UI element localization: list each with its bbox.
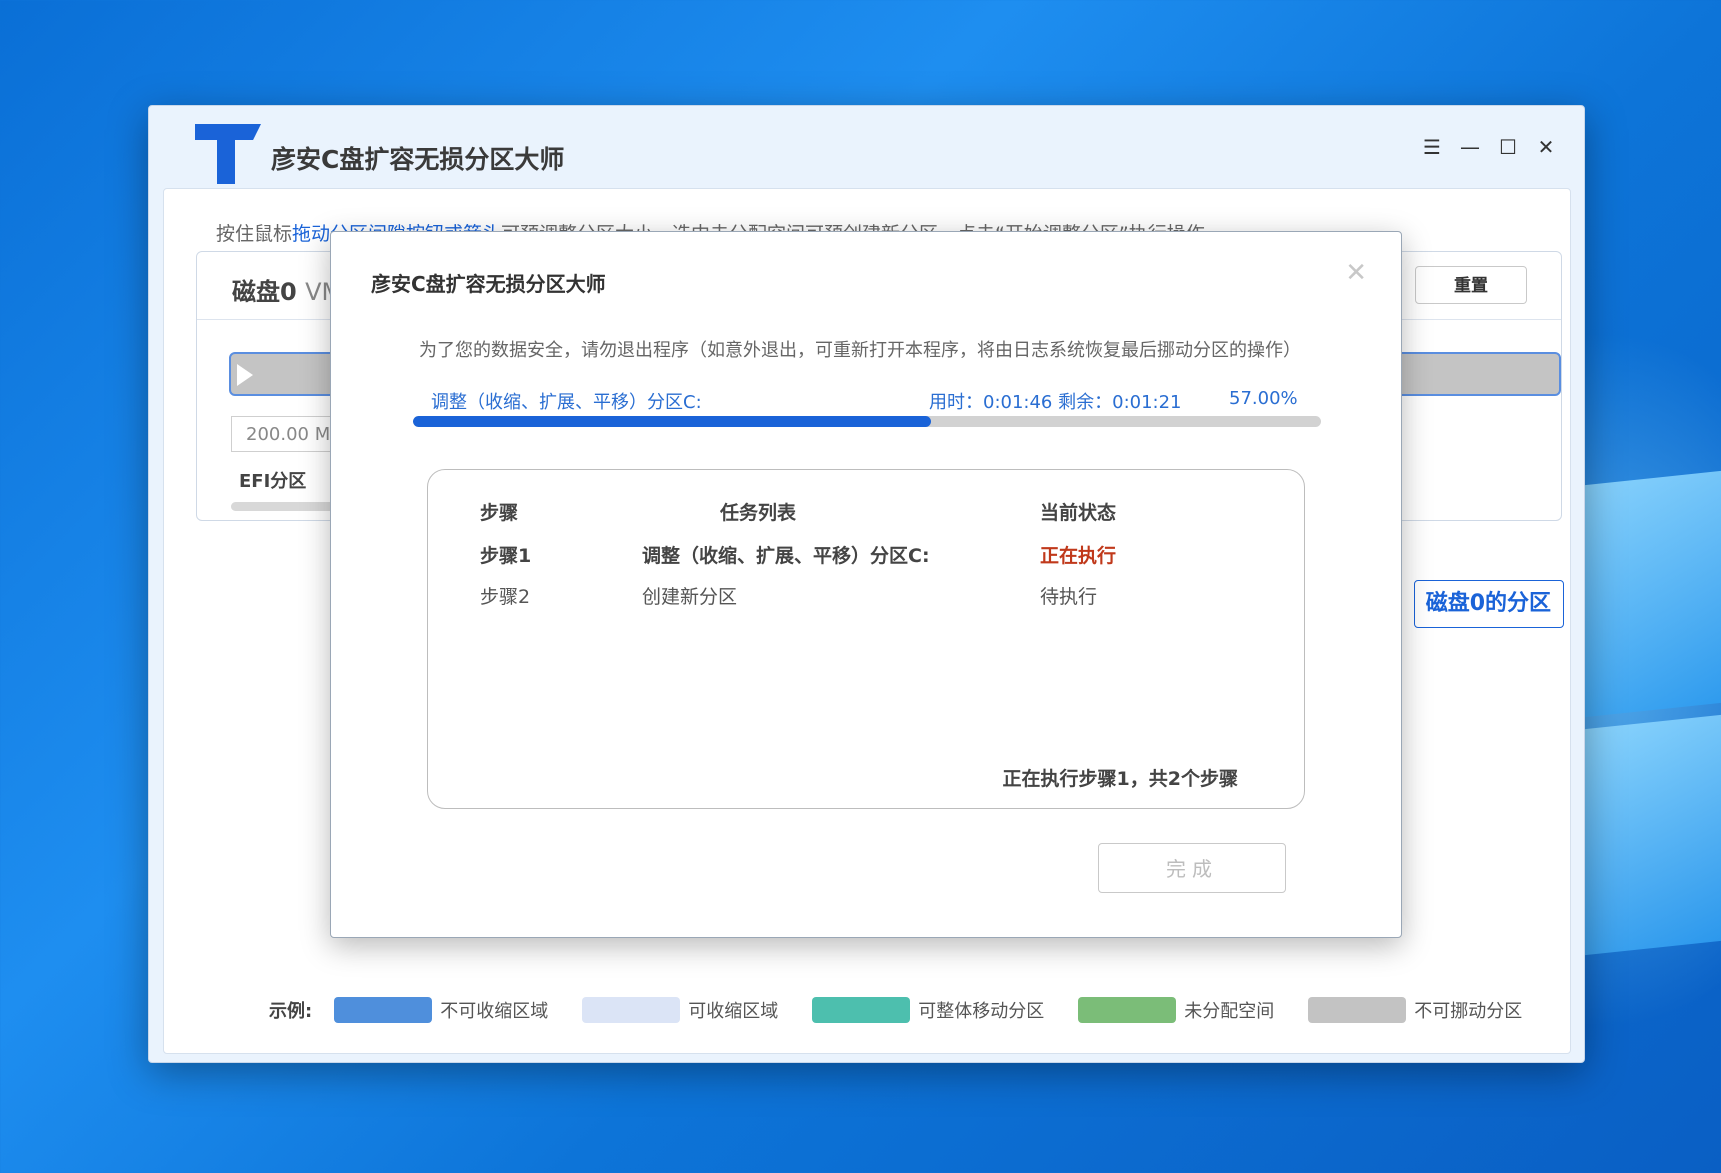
header-status: 当前状态 [1040,502,1117,524]
row-step: 步骤1 [480,545,532,567]
safety-warning: 为了您的数据安全，请勿退出程序（如意外退出，可重新打开本程序，将由日志系统恢复最… [419,340,1301,361]
progress-dialog: 彦安C盘扩容无损分区大师 ✕ 为了您的数据安全，请勿退出程序（如意外退出，可重新… [330,231,1402,938]
legend-label: 不可收缩区域 [440,1001,549,1022]
legend: 示例: 不可收缩区域 可收缩区域 可整体移动分区 未分配空间 不可挪动分区 [269,995,1556,1025]
disk-name-label: 磁盘0 [232,278,297,306]
close-icon[interactable]: ✕ [1531,132,1561,162]
reset-button[interactable]: 重置 [1415,266,1527,304]
progress-fill [413,416,931,427]
legend-swatch [582,997,681,1023]
windows-logo-pane [1585,714,1721,956]
legend-swatch [334,997,433,1023]
efi-label: EFI分区 [239,471,307,492]
drag-handle-icon[interactable] [237,364,253,386]
header-task: 任务列表 [720,502,797,524]
progress-percent: 57.00% [1229,388,1298,409]
row-task: 创建新分区 [642,586,738,608]
legend-item: 不可收缩区域 [334,997,548,1023]
legend-swatch [812,997,911,1023]
progress-bar [413,416,1321,427]
minimize-icon[interactable]: — [1455,132,1485,162]
row-task: 调整（收缩、扩展、平移）分区C: [642,545,930,567]
legend-label: 不可挪动分区 [1414,1001,1523,1022]
legend-item: 不可挪动分区 [1308,997,1522,1023]
dialog-title: 彦安C盘扩容无损分区大师 [371,272,606,296]
done-button[interactable]: 完成 [1098,843,1286,893]
row-status-running: 正在执行 [1040,545,1117,567]
row-step: 步骤2 [480,586,531,608]
legend-swatch [1078,997,1177,1023]
legend-item: 未分配空间 [1078,997,1274,1023]
app-title: 彦安C盘扩容无损分区大师 [271,145,565,174]
disk-partitions-button[interactable]: 磁盘0的分区 [1414,580,1564,628]
maximize-icon[interactable]: ☐ [1493,132,1523,162]
legend-label: 可整体移动分区 [918,1001,1045,1022]
hamburger-icon[interactable]: ☰ [1417,132,1447,162]
legend-swatch [1308,997,1407,1023]
header-step: 步骤 [480,502,519,524]
legend-item: 可收缩区域 [582,997,778,1023]
task-summary: 正在执行步骤1，共2个步骤 [1002,768,1238,790]
legend-title: 示例: [269,1001,313,1022]
legend-item: 可整体移动分区 [812,997,1044,1023]
close-icon[interactable]: ✕ [1345,258,1367,288]
windows-logo-pane [1585,470,1721,718]
legend-label: 可收缩区域 [688,1001,779,1022]
app-logo-icon [195,124,261,184]
row-status-pending: 待执行 [1040,586,1098,608]
legend-label: 未分配空间 [1184,1001,1275,1022]
progress-task-label: 调整（收缩、扩展、平移）分区C: [431,392,702,413]
progress-time: 用时：0:01:46 剩余：0:01:21 [929,392,1182,413]
title-bar: 彦安C盘扩容无损分区大师 ☰ — ☐ ✕ [149,106,1584,186]
task-table: 步骤 任务列表 当前状态 步骤1 调整（收缩、扩展、平移）分区C: 正在执行 步… [427,469,1305,809]
hint-prefix: 按住鼠标 [216,223,293,245]
